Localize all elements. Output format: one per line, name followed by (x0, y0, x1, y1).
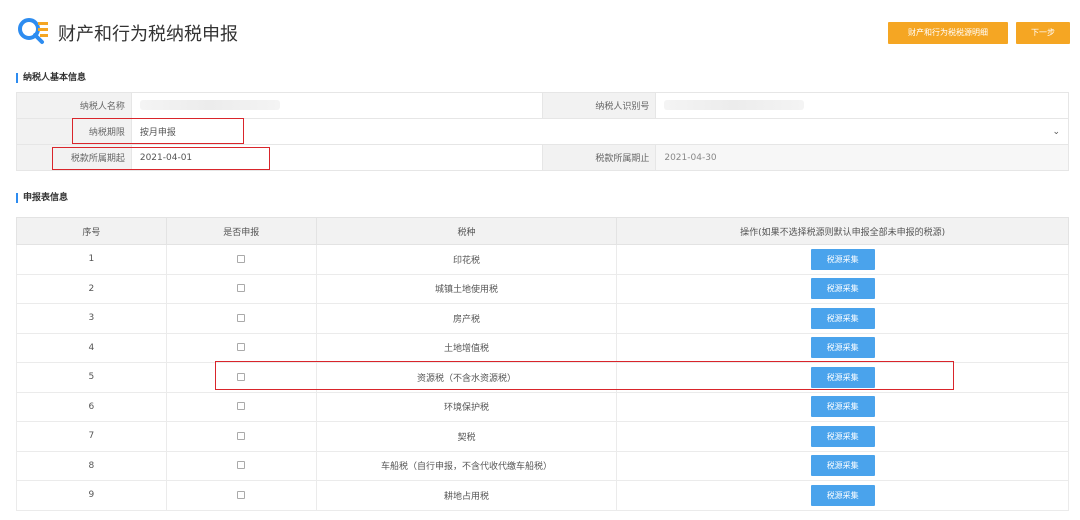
declaration-body: 1 印花税 税源采集 2 城镇土地使用税 税源采集 3 房产税 税源采集 4 土地增值税 税源采集 5 资… (16, 244, 1069, 511)
table-row: 3 房产税 税源采集 (16, 303, 1069, 334)
tax-type-name: 土地增值税 (315, 332, 618, 363)
tax-type-name: 城镇土地使用税 (315, 273, 618, 304)
taxpayer-name-label: 纳税人名称 (16, 92, 132, 119)
declare-checkbox[interactable] (237, 343, 246, 352)
declaration-header-row: 序号 是否申报 税种 操作(如果不选择税源则默认申报全部未申报的税源) (16, 217, 1069, 245)
col-header-tax-type: 税种 (315, 217, 618, 245)
start-date-value[interactable]: 2021-04-01 (130, 144, 544, 171)
tax-source-collect-button[interactable]: 税源采集 (810, 307, 875, 329)
end-date-label: 税款所属期止 (542, 144, 657, 171)
action-cell: 税源采集 (616, 421, 1069, 452)
action-cell: 税源采集 (616, 362, 1069, 393)
declare-checkbox[interactable] (237, 490, 246, 499)
action-cell: 税源采集 (616, 332, 1069, 363)
row-number: 5 (16, 362, 167, 393)
redacted-taxpayer-name (139, 100, 280, 111)
row-number: 8 (16, 450, 167, 481)
chevron-down-icon[interactable]: ⌄ (1052, 127, 1060, 137)
period-select-value: 按月申报 (139, 128, 176, 138)
action-cell: 税源采集 (616, 303, 1069, 334)
period-label: 纳税期限 (16, 118, 132, 145)
tax-source-collect-button[interactable]: 税源采集 (810, 337, 875, 359)
search-list-logo-icon (18, 18, 48, 44)
declare-checkbox-cell (165, 303, 317, 334)
action-cell: 税源采集 (616, 244, 1069, 275)
action-cell: 税源采集 (616, 273, 1069, 304)
page-title: 财产和行为税纳税申报 (58, 24, 238, 45)
info-row-taxpayer: 纳税人名称 纳税人识别号 (16, 92, 1069, 119)
declare-checkbox-cell (165, 362, 317, 393)
table-row: 9 耕地占用税 税源采集 (16, 480, 1069, 511)
tax-source-collect-button[interactable]: 税源采集 (810, 366, 875, 388)
taxpayer-id-value (655, 92, 1069, 119)
row-number: 3 (16, 303, 167, 334)
table-row: 8 车船税（自行申报，不含代收代缴车船税） 税源采集 (16, 450, 1069, 481)
tax-type-name: 环境保护税 (315, 391, 618, 422)
basic-info-table: 纳税人名称 纳税人识别号 纳税期限 按月申报 ⌄ 税款所属期起 2021-04-… (16, 92, 1070, 171)
table-row: 7 契税 税源采集 (16, 421, 1069, 452)
declare-checkbox-cell (165, 450, 317, 481)
taxpayer-id-label: 纳税人识别号 (542, 92, 657, 119)
col-header-no: 序号 (16, 217, 167, 245)
declare-checkbox[interactable] (237, 313, 246, 322)
table-row: 4 土地增值税 税源采集 (16, 332, 1069, 363)
taxpayer-name-value (130, 92, 544, 119)
tax-type-name: 契税 (315, 421, 618, 452)
col-header-action: 操作(如果不选择税源则默认申报全部未申报的税源) (616, 217, 1069, 245)
period-select[interactable]: 按月申报 ⌄ (130, 118, 1070, 145)
table-row: 6 环境保护税 税源采集 (16, 391, 1069, 422)
action-cell: 税源采集 (616, 480, 1069, 511)
declare-checkbox[interactable] (237, 254, 246, 263)
declare-checkbox[interactable] (237, 431, 246, 440)
declaration-table: 序号 是否申报 税种 操作(如果不选择税源则默认申报全部未申报的税源) 1 印花税… (16, 217, 1069, 511)
tax-source-collect-button[interactable]: 税源采集 (810, 278, 875, 300)
declare-checkbox[interactable] (237, 284, 246, 293)
row-number: 1 (16, 244, 167, 275)
tax-type-name: 耕地占用税 (315, 480, 618, 511)
declare-checkbox-cell (165, 421, 317, 452)
row-number: 7 (16, 421, 167, 452)
next-step-button[interactable]: 下一步 (1016, 22, 1070, 44)
declare-checkbox[interactable] (237, 461, 246, 470)
action-cell: 税源采集 (616, 450, 1069, 481)
tax-source-collect-button[interactable]: 税源采集 (810, 248, 875, 270)
table-row: 2 城镇土地使用税 税源采集 (16, 273, 1069, 304)
tax-type-name: 资源税（不含水资源税） (315, 362, 618, 393)
info-row-period: 纳税期限 按月申报 ⌄ (16, 118, 1070, 145)
declare-checkbox-cell (165, 244, 317, 275)
start-date-label: 税款所属期起 (16, 144, 132, 171)
row-number: 6 (16, 391, 167, 422)
declare-checkbox-cell (165, 391, 317, 422)
tax-source-detail-button[interactable]: 财产和行为税税源明细 (888, 22, 1008, 44)
tax-source-collect-button[interactable]: 税源采集 (810, 484, 875, 506)
info-row-dates: 税款所属期起 2021-04-01 税款所属期止 2021-04-30 (16, 144, 1069, 171)
declare-checkbox-cell (165, 480, 317, 511)
col-header-declare: 是否申报 (165, 217, 317, 245)
row-number: 4 (16, 332, 167, 363)
table-row: 5 资源税（不含水资源税） 税源采集 (16, 362, 1069, 393)
tax-type-name: 房产税 (315, 303, 618, 334)
row-number: 2 (16, 273, 167, 304)
page-header: 财产和行为税纳税申报 财产和行为税税源明细 下一步 (16, 14, 1076, 52)
action-cell: 税源采集 (616, 391, 1069, 422)
basic-info-heading: 纳税人基本信息 (16, 73, 86, 83)
declare-checkbox-cell (165, 273, 317, 304)
end-date-value: 2021-04-30 (655, 144, 1069, 171)
declare-checkbox-cell (165, 332, 317, 363)
tax-source-collect-button[interactable]: 税源采集 (810, 425, 875, 447)
tax-type-name: 印花税 (315, 244, 618, 275)
declaration-heading: 申报表信息 (16, 193, 68, 203)
row-number: 9 (16, 480, 167, 511)
tax-source-collect-button[interactable]: 税源采集 (810, 396, 875, 418)
tax-type-name: 车船税（自行申报，不含代收代缴车船税） (315, 450, 618, 481)
declare-checkbox[interactable] (237, 402, 246, 411)
declare-checkbox[interactable] (237, 372, 246, 381)
redacted-taxpayer-id (664, 100, 805, 111)
tax-source-collect-button[interactable]: 税源采集 (810, 455, 875, 477)
table-row: 1 印花税 税源采集 (16, 244, 1069, 275)
